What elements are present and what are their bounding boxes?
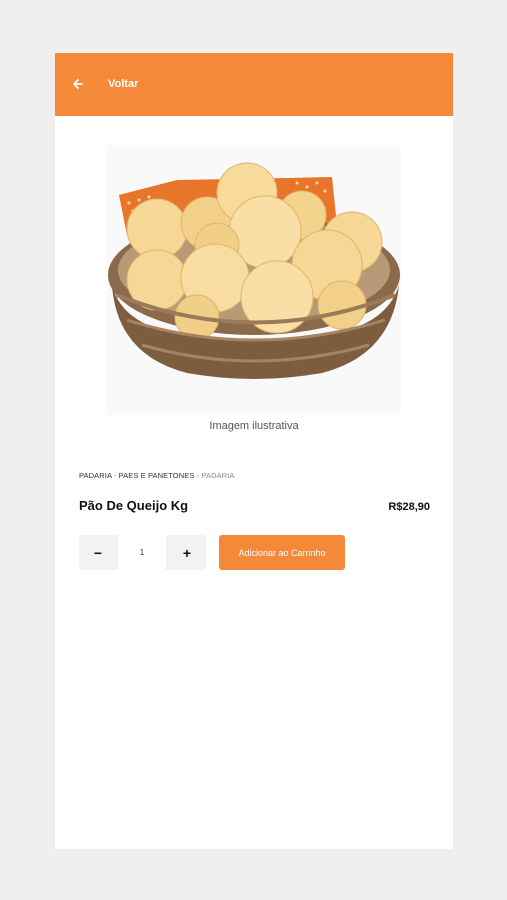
quantity-input[interactable] <box>118 535 166 570</box>
product-card: Voltar Imagem ilustrativa PADARIA - PAES… <box>55 53 453 849</box>
increase-quantity-button[interactable]: + <box>168 535 206 570</box>
header-bar: Voltar <box>55 53 453 116</box>
add-to-cart-button[interactable]: Adicionar ao Carrinho <box>219 535 345 570</box>
image-caption: Imagem ilustrativa <box>209 420 299 432</box>
breadcrumb: PADARIA - PAES E PANETONES - PADARIA <box>79 471 235 480</box>
product-image <box>107 145 401 415</box>
breadcrumb-item[interactable]: PADARIA <box>79 471 112 480</box>
product-name: Pão De Queijo Kg <box>79 498 189 513</box>
decrease-quantity-button[interactable]: − <box>79 535 117 570</box>
breadcrumb-item[interactable]: PAES E PANETONES <box>119 471 195 480</box>
product-price: R$28,90 <box>388 501 430 513</box>
back-link[interactable]: Voltar <box>108 75 138 93</box>
arrow-left-icon[interactable] <box>73 75 87 93</box>
quantity-stepper: − + <box>79 535 206 570</box>
breadcrumb-item-current: PADARIA <box>201 471 235 480</box>
